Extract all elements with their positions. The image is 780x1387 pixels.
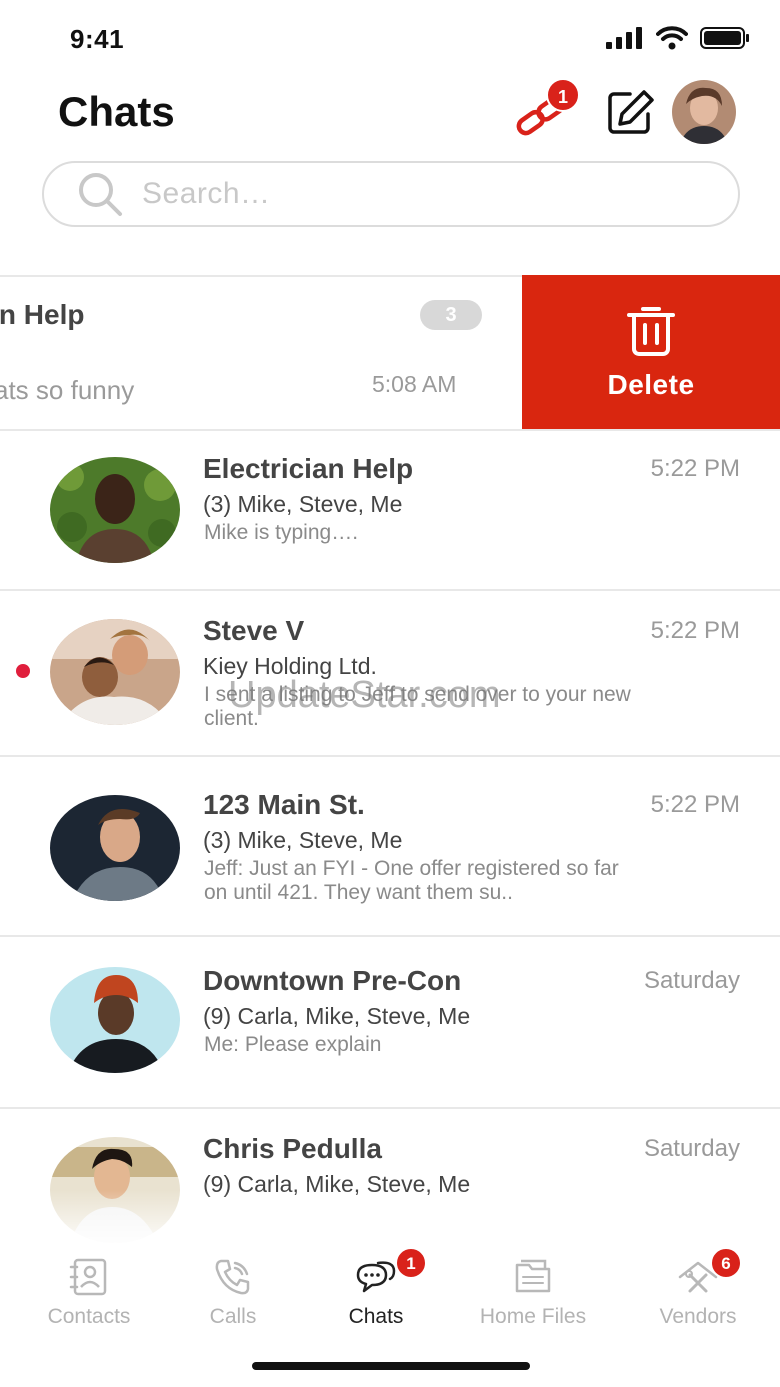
tab-label: Home Files	[479, 1305, 587, 1328]
tab-badge: 1	[395, 1247, 427, 1279]
phone-icon	[215, 1259, 250, 1295]
unread-dot	[16, 664, 30, 678]
chat-bubbles-icon	[356, 1261, 396, 1293]
tab-label: Calls	[209, 1305, 257, 1328]
status-time: 9:41	[70, 24, 125, 54]
chat-row[interactable]: Downtown Pre-Con Saturday (9) Carla, Mik…	[0, 937, 780, 1107]
chat-name: Chris Pedulla	[203, 1133, 382, 1164]
chat-members: Kiey Holding Ltd.	[203, 653, 377, 679]
chat-time: 5:22 PM	[650, 791, 740, 818]
delete-button[interactable]: Delete	[522, 275, 780, 429]
delete-label: Delete	[607, 369, 695, 400]
tab-chats[interactable]: Chats 1	[298, 1245, 454, 1345]
tab-label: Vendors	[659, 1305, 737, 1328]
search-icon	[79, 173, 122, 216]
home-indicator	[252, 1362, 530, 1370]
contacts-icon	[69, 1258, 107, 1296]
chat-time: 5:22 PM	[650, 455, 740, 482]
chat-preview: ats so funny	[0, 375, 135, 405]
chat-preview: Jeff: Just an FYI - One offer registered…	[204, 857, 619, 904]
search-bar[interactable]	[42, 161, 740, 227]
chat-preview: Mike is typing….	[204, 521, 359, 544]
avatar	[50, 967, 180, 1073]
folder-icon	[515, 1259, 551, 1293]
chat-name: Electrician Help	[203, 453, 414, 484]
chat-row[interactable]: Steve V 5:22 PM Kiey Holding Ltd. I sent…	[0, 591, 780, 755]
chat-time: Saturday	[643, 1135, 740, 1162]
compose-icon	[608, 90, 654, 134]
link-badge: 1	[546, 78, 580, 112]
compose-button[interactable]	[604, 86, 658, 140]
list-fade	[0, 1190, 780, 1250]
chat-time: Saturday	[643, 967, 740, 994]
tab-calls[interactable]: Calls	[155, 1245, 311, 1345]
status-icons	[606, 26, 750, 50]
profile-avatar[interactable]	[672, 80, 736, 144]
avatar	[50, 619, 180, 725]
chat-members: (9) Carla, Mike, Steve, Me	[203, 1003, 471, 1029]
chat-name: Steve V	[203, 615, 305, 646]
status-bar: 9:41	[0, 0, 780, 80]
chat-row[interactable]: 123 Main St. 5:22 PM (3) Mike, Steve, Me…	[0, 757, 780, 935]
chat-preview: Me: Please explain	[204, 1033, 382, 1056]
avatar	[50, 457, 180, 563]
tab-label: Contacts	[47, 1305, 131, 1328]
chat-members: (3) Mike, Steve, Me	[203, 491, 403, 517]
swiped-chat-row[interactable]: cian Help 3 ats so funny 5:08 AM Delete	[0, 275, 780, 429]
tab-bar: Contacts Calls Chats 1 Home Files Vendor…	[0, 1245, 780, 1345]
swiped-row-content[interactable]: cian Help 3 ats so funny 5:08 AM	[0, 275, 522, 429]
chat-name: 123 Main St.	[203, 789, 365, 820]
chat-row[interactable]: Electrician Help 5:22 PM (3) Mike, Steve…	[0, 431, 780, 589]
wifi-icon	[656, 26, 688, 50]
chat-time: 5:08 AM	[372, 371, 457, 397]
battery-icon	[700, 27, 749, 49]
unread-count-badge: 3	[420, 300, 482, 330]
search-input[interactable]	[142, 177, 702, 211]
tab-vendors[interactable]: Vendors 6	[620, 1245, 776, 1345]
tab-contacts[interactable]: Contacts	[11, 1245, 167, 1345]
tab-home-files[interactable]: Home Files	[455, 1245, 611, 1345]
chat-list[interactable]: cian Help 3 ats so funny 5:08 AM Delete	[0, 275, 780, 1250]
trash-icon	[627, 307, 675, 356]
chat-name: cian Help	[0, 299, 85, 330]
signal-icon	[606, 27, 642, 49]
chat-time: 5:22 PM	[650, 617, 740, 644]
chat-members: (3) Mike, Steve, Me	[203, 827, 403, 853]
tab-badge: 6	[710, 1247, 742, 1279]
chat-preview: I sent a listing to Jeff to send over to…	[204, 683, 631, 730]
tab-label: Chats	[348, 1305, 404, 1328]
header: Chats 1	[0, 78, 780, 150]
avatar	[50, 795, 180, 901]
chat-name: Downtown Pre-Con	[203, 965, 462, 996]
page-title: Chats	[58, 88, 175, 135]
